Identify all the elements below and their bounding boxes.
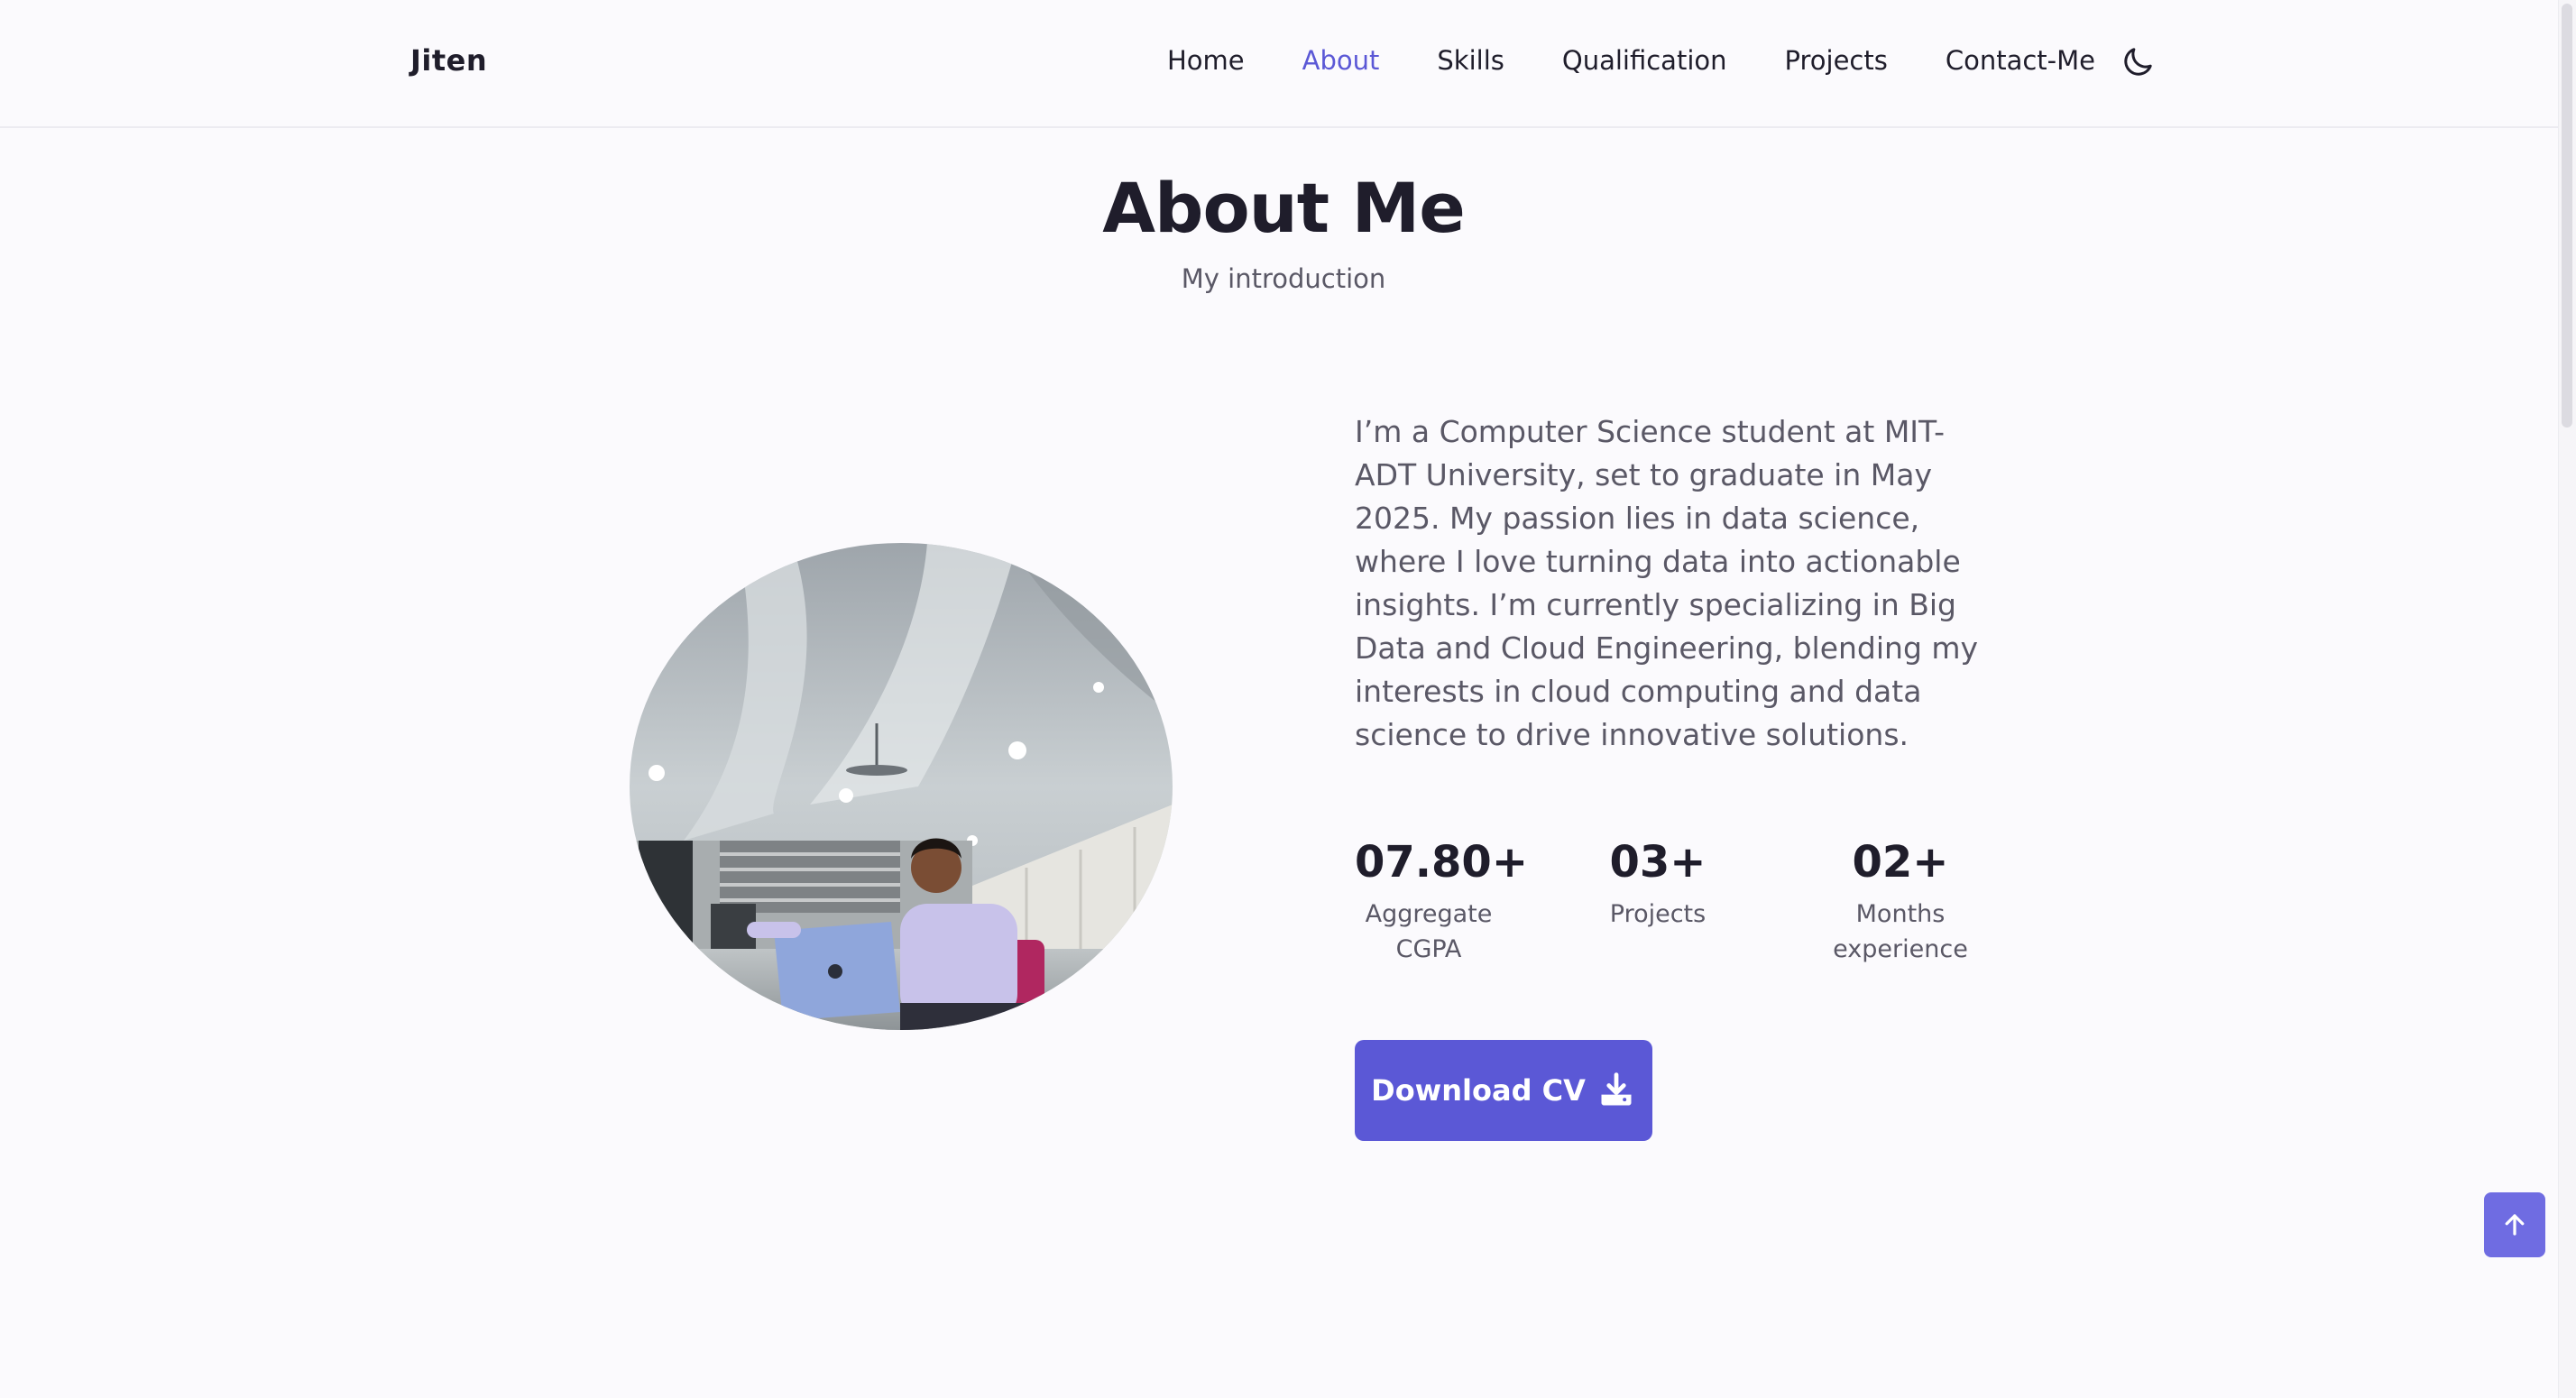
site-logo[interactable]: Jiten xyxy=(410,43,487,78)
download-icon xyxy=(1601,1072,1632,1106)
nav-item-home[interactable]: Home xyxy=(1167,45,1245,76)
stat-number: 02+ xyxy=(1852,837,1949,888)
nav-item-contact-me[interactable]: Contact-Me xyxy=(1946,45,2095,76)
stat-label: Months experience xyxy=(1833,900,1968,963)
nav-item-projects[interactable]: Projects xyxy=(1785,45,1888,76)
stat-label: Aggregate CGPA xyxy=(1365,900,1493,963)
scroll-up-button[interactable] xyxy=(2484,1192,2545,1257)
arrow-up-icon xyxy=(2505,1214,2525,1236)
stat-cgpa: 07.80+ Aggregate CGPA xyxy=(1355,833,1529,967)
stat-label: Projects xyxy=(1609,900,1707,928)
stat-projects: 03+ Projects xyxy=(1600,833,1716,932)
nav-item-about[interactable]: About xyxy=(1302,45,1380,76)
stat-experience: 02+ Months experience xyxy=(1833,833,1968,967)
section-title: About Me xyxy=(1102,168,1466,248)
profile-photo xyxy=(630,543,1173,1030)
moon-icon xyxy=(2124,48,2152,76)
stat-number: 03+ xyxy=(1609,837,1707,888)
download-cv-label: Download CV xyxy=(1371,1073,1586,1108)
section-subtitle: My introduction xyxy=(1181,263,1386,294)
stat-number: 07.80+ xyxy=(1355,837,1529,888)
nav-item-qualification[interactable]: Qualification xyxy=(1562,45,1727,76)
about-description: I’m a Computer Science student at MIT-AD… xyxy=(1355,414,1979,752)
site-header: Jiten Home About Skills Qualification Pr… xyxy=(0,0,2576,128)
about-stats: 07.80+ Aggregate CGPA 03+ Projects 02+ M… xyxy=(1355,833,2004,978)
main-nav: Home About Skills Qualification Projects… xyxy=(1167,45,2095,76)
download-cv-button[interactable]: Download CV xyxy=(1355,1040,1652,1141)
theme-toggle-button[interactable] xyxy=(2120,44,2156,80)
nav-item-skills[interactable]: Skills xyxy=(1437,45,1504,76)
